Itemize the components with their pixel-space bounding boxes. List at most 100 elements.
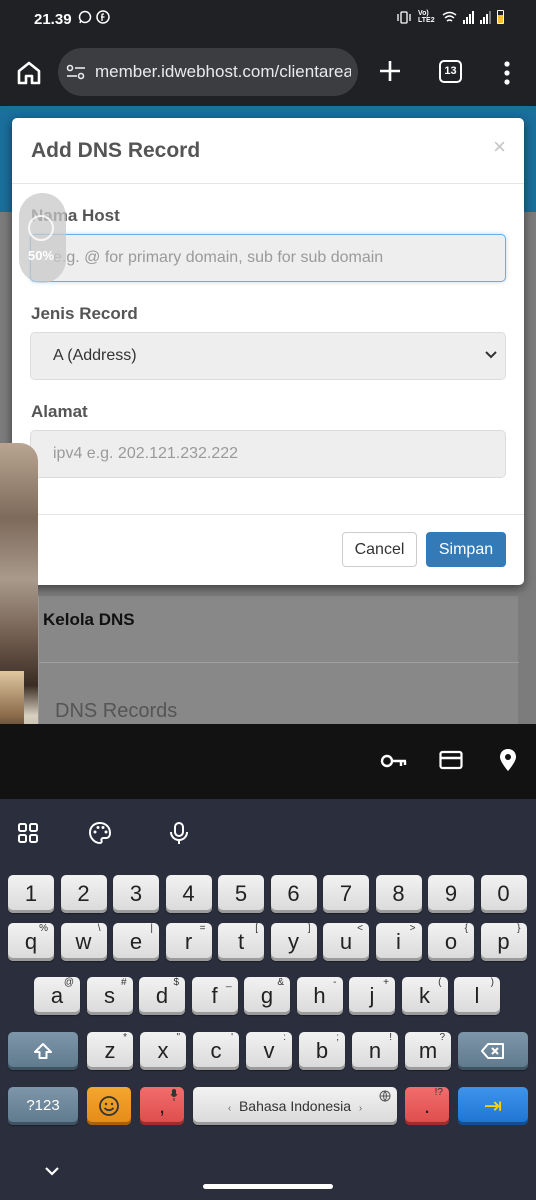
key-1-label: 1	[24, 881, 38, 906]
space-key[interactable]: ‹ Bahasa Indonesia ›	[193, 1087, 397, 1125]
key-z-label: z	[104, 1038, 116, 1063]
key-c[interactable]: c '	[193, 1032, 239, 1070]
key-m[interactable]: m?	[405, 1032, 451, 1070]
site-settings-icon[interactable]	[66, 63, 86, 81]
record-type-label: Jenis Record	[31, 304, 138, 323]
key-y[interactable]: y]	[270, 923, 317, 961]
emoji-key[interactable]	[87, 1087, 131, 1125]
key-l[interactable]: l)	[454, 977, 500, 1015]
key-e[interactable]: e |	[113, 923, 159, 961]
address-input[interactable]: ipv4 e.g. 202.121.232.222	[30, 430, 506, 478]
key-icon[interactable]	[380, 752, 408, 770]
host-input[interactable]: e.g. @ for primary domain, sub for sub d…	[30, 234, 506, 282]
credit-card-icon[interactable]	[439, 750, 463, 770]
emoji-icon	[99, 1096, 119, 1116]
signal-icon	[463, 10, 474, 24]
tab-switcher-button[interactable]: 13	[439, 60, 462, 83]
divider	[39, 662, 519, 663]
key-o[interactable]: o{	[428, 923, 474, 961]
microphone-icon[interactable]	[167, 821, 191, 845]
key-h[interactable]: h-	[296, 977, 343, 1015]
cancel-button[interactable]: Cancel	[342, 532, 417, 567]
key-z[interactable]: z *	[87, 1032, 133, 1070]
floating-video-bubble[interactable]: 50%	[19, 193, 66, 283]
key-l-label: l	[474, 983, 480, 1008]
key-4[interactable]: 4	[165, 875, 212, 913]
key-x[interactable]: x "	[140, 1032, 186, 1070]
keyboard-collapse-icon[interactable]	[44, 1165, 60, 1177]
key-m-alt-label: ?	[439, 1032, 445, 1043]
chevron-down-icon	[485, 351, 497, 359]
key-n[interactable]: n!	[352, 1032, 398, 1070]
key-2[interactable]: 2	[60, 875, 107, 913]
picture-in-picture-video[interactable]	[0, 443, 38, 746]
palette-icon[interactable]	[88, 821, 112, 845]
key-w[interactable]: w \	[60, 923, 107, 961]
key-k-label: k	[419, 983, 430, 1008]
backspace-icon	[481, 1043, 504, 1059]
key-r[interactable]: r =	[165, 923, 212, 961]
key-x-label: x	[157, 1038, 169, 1063]
key-7-label: 7	[339, 881, 353, 906]
symbols-key[interactable]: ?123	[8, 1087, 78, 1125]
key-a[interactable]: a @	[34, 977, 80, 1015]
card-subtitle: DNS Records	[55, 700, 178, 722]
key-s-alt-label: #	[120, 977, 127, 988]
backspace-key[interactable]	[458, 1032, 528, 1070]
key-c-alt-label: '	[231, 1032, 233, 1043]
gesture-handle[interactable]	[203, 1184, 333, 1189]
key-b-alt-label: ;	[336, 1032, 339, 1043]
key-8[interactable]: 8	[375, 875, 422, 913]
modal-header: Add DNS Record ×	[12, 118, 524, 184]
location-pin-icon[interactable]	[498, 748, 518, 772]
on-screen-keyboard: ?123 , ‹ Bahasa Indonesia › . !? ⇥ 1 2 3 4 5…	[0, 799, 536, 1200]
key-p[interactable]: p}	[480, 923, 527, 961]
key-u[interactable]: u <	[323, 923, 369, 961]
shift-icon	[34, 1043, 52, 1059]
key-b-label: b	[315, 1038, 329, 1063]
key-1[interactable]: 1	[8, 875, 54, 913]
key-6[interactable]: 6	[270, 875, 317, 913]
video-speed-icon	[28, 215, 54, 241]
key-s[interactable]: s #	[86, 977, 133, 1015]
new-tab-icon[interactable]	[376, 57, 404, 85]
comma-key[interactable]: ,	[140, 1087, 184, 1125]
key-9[interactable]: 9	[428, 875, 474, 913]
key-s-label: s	[104, 983, 115, 1008]
url-text[interactable]: member.idwebhost.com/clientarea	[95, 62, 351, 82]
key-v[interactable]: v:	[246, 1032, 292, 1070]
key-0[interactable]: 0	[480, 875, 527, 913]
key-3[interactable]: 3	[113, 875, 159, 913]
enter-key[interactable]: ⇥	[458, 1087, 528, 1125]
key-7[interactable]: 7	[323, 875, 369, 913]
record-type-select[interactable]: A (Address)	[30, 332, 506, 380]
home-icon[interactable]	[14, 58, 44, 88]
key-i[interactable]: i >	[375, 923, 422, 961]
key-r-label: r	[184, 929, 193, 954]
key-a-alt-label: @	[63, 977, 74, 988]
close-icon[interactable]: ×	[493, 134, 506, 160]
period-key[interactable]: . !?	[405, 1087, 449, 1125]
apps-grid-icon[interactable]	[16, 821, 40, 845]
overflow-menu-icon[interactable]	[500, 58, 514, 88]
key-0-label: 0	[497, 881, 510, 906]
key-j[interactable]: j +	[349, 977, 395, 1015]
key-5[interactable]: 5	[218, 875, 264, 913]
key-d[interactable]: d $	[139, 977, 185, 1015]
key-k[interactable]: k(	[401, 977, 448, 1015]
facebook-icon	[96, 10, 110, 24]
address-placeholder: ipv4 e.g. 202.121.232.222	[53, 445, 239, 462]
address-bar[interactable]: member.idwebhost.com/clientarea	[58, 48, 358, 96]
key-5-label: 5	[234, 881, 248, 906]
key-t[interactable]: t[	[218, 923, 264, 961]
key-j-alt-label: +	[383, 977, 389, 988]
shift-key[interactable]	[8, 1032, 78, 1070]
voice-hint-icon	[170, 1089, 178, 1101]
key-g[interactable]: g &	[244, 977, 290, 1015]
save-button[interactable]: Simpan	[426, 532, 506, 567]
key-b[interactable]: b;	[299, 1032, 345, 1070]
key-f[interactable]: f _	[191, 977, 238, 1015]
key-q[interactable]: q%	[8, 923, 54, 961]
key-2-label: 2	[77, 881, 90, 906]
comma-label: ,	[158, 1093, 166, 1118]
